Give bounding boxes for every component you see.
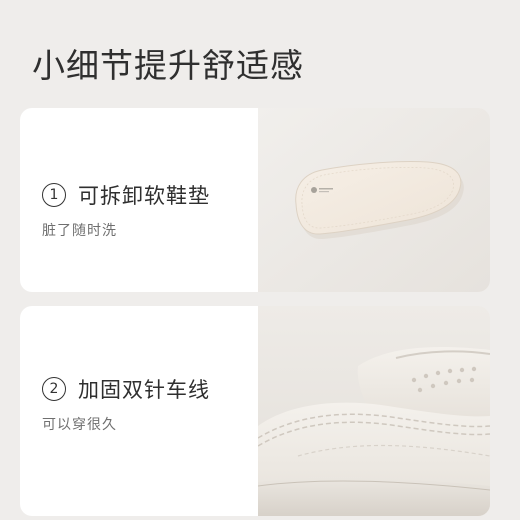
insole-photo: [258, 108, 490, 292]
feature-text: 2 加固双针车线 可以穿很久: [42, 374, 252, 434]
feature-heading: 2 加固双针车线: [42, 374, 252, 404]
feature-card-stitching: 2 加固双针车线 可以穿很久: [20, 306, 490, 516]
feature-title: 加固双针车线: [78, 378, 210, 402]
feature-title: 可拆卸软鞋垫: [78, 184, 210, 208]
feature-subtitle: 可以穿很久: [42, 417, 117, 433]
feature-subtitle: 脏了随时洗: [42, 223, 117, 239]
feature-card-insole: 1 可拆卸软鞋垫 脏了随时洗: [20, 108, 490, 292]
page-title: 小细节提升舒适感: [32, 46, 304, 85]
feature-text: 1 可拆卸软鞋垫 脏了随时洗: [42, 180, 252, 240]
shoe-toe-photo: [258, 306, 490, 516]
number-badge: 2: [42, 377, 66, 401]
number-badge: 1: [42, 183, 66, 207]
feature-heading: 1 可拆卸软鞋垫: [42, 180, 252, 210]
